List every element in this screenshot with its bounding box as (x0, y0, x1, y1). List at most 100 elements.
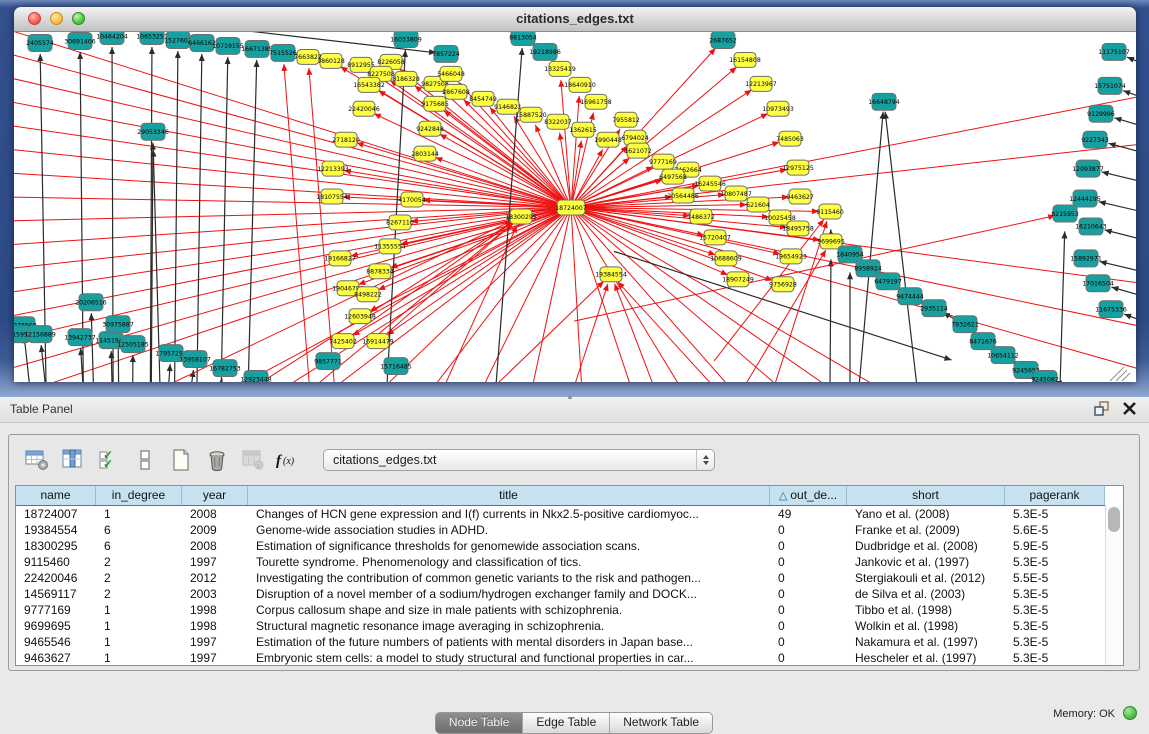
table-cell: 0 (770, 554, 847, 570)
table-cell: 0 (770, 650, 847, 666)
table-cell: 2003 (182, 586, 248, 602)
select-all-icon[interactable]: ✓✓ (95, 447, 122, 474)
graph-node-label: 6479197 (874, 279, 902, 286)
graph-node-label: 8186328 (392, 76, 420, 83)
column-header-short[interactable]: short (847, 486, 1005, 505)
table-row[interactable]: 1872400712008Changes of HCN gene express… (16, 506, 1123, 522)
table-cell: 2 (96, 586, 182, 602)
graph-edge-arrowhead (402, 50, 408, 57)
table-cell: 5.3E-5 (1005, 618, 1105, 634)
panel-resize-handle[interactable]: ▲ (566, 394, 575, 400)
table-cell: Tourette syndrome. Phenomenology and cla… (248, 554, 770, 570)
function-builder-icon[interactable]: f(x) (275, 447, 302, 474)
vertical-scrollbar-thumb[interactable] (1108, 507, 1120, 532)
float-panel-icon[interactable] (1093, 400, 1110, 417)
table-row[interactable]: 946554611997Estimation of the future num… (16, 634, 1123, 650)
table-row[interactable]: 969969511998Structural magnetic resonanc… (16, 618, 1123, 634)
table-row[interactable]: 1830029562008Estimation of significance … (16, 538, 1123, 554)
network-graph[interactable]: 1872400798601288912955822605882275081654… (14, 32, 1136, 382)
graph-node-label: 15887520 (515, 112, 547, 119)
table-body: 1872400712008Changes of HCN gene express… (16, 506, 1123, 666)
table-row[interactable]: 1456911722003Disruption of a novel membe… (16, 586, 1123, 602)
graph-edge-arrowhead (558, 133, 564, 140)
table-cell: Genome-wide association studies in ADHD. (248, 522, 770, 538)
graph-node-label: 16033809 (390, 36, 422, 43)
table-cell: Estimation of significance thresholds fo… (248, 538, 770, 554)
graph-edge-arrowhead (820, 250, 826, 258)
graph-node-label: 7857224 (432, 51, 460, 58)
graph-node-label: 16648794 (868, 99, 900, 106)
resize-grip-icon[interactable] (1110, 367, 1124, 381)
vertical-scrollbar[interactable] (1105, 505, 1123, 665)
status-bar: Memory: OK (0, 700, 1149, 727)
table-row[interactable]: 2242004622012Investigating the contribut… (16, 570, 1123, 586)
graph-edge (1060, 231, 1065, 382)
new-table-icon[interactable] (167, 447, 194, 474)
graph-edge-arrowhead (589, 112, 595, 119)
svg-text:f: f (276, 453, 283, 469)
graph-edge (571, 142, 1136, 208)
graph-edge-arrowhead (175, 51, 181, 58)
table-settings-icon[interactable] (23, 447, 50, 474)
graph-node-label: 9146821 (494, 104, 522, 111)
graph-node-label: 8813054 (509, 34, 537, 41)
table-cell: 2 (96, 570, 182, 586)
graph-edge-arrowhead (1127, 57, 1135, 63)
graph-node-label: 15720407 (699, 235, 731, 242)
graph-node-label: 18107554 (316, 194, 348, 201)
graph-node-label: 10653257 (136, 33, 168, 40)
table-cell: 5.3E-5 (1005, 634, 1105, 650)
graph-edge-arrowhead (281, 64, 287, 71)
memory-status-label: Memory: OK (1053, 708, 1115, 720)
graph-node-label: 20564486 (667, 193, 699, 200)
network-graph-canvas[interactable]: 1872400798601288912955822605882275081654… (14, 32, 1136, 382)
graph-node-label: 16961758 (580, 99, 612, 106)
table-cell: 0 (770, 538, 847, 554)
table-row[interactable]: 1938455462009Genome-wide association stu… (16, 522, 1123, 538)
table-cell: Wolkin et al. (1998) (847, 618, 1005, 634)
table-cell: 2008 (182, 538, 248, 554)
table-cell: 1 (96, 506, 182, 522)
column-header-name[interactable]: name (16, 486, 96, 505)
network-window-titlebar[interactable]: citations_edges.txt (14, 7, 1136, 32)
graph-node-label: 16782753 (209, 365, 241, 372)
graph-edge (221, 57, 228, 382)
column-header-out_de[interactable]: △out_de... (770, 486, 847, 505)
table-cell: 1 (96, 602, 182, 618)
table-row[interactable]: 946362711997Embryonic stem cells: a mode… (16, 650, 1123, 666)
graph-edge-arrowhead (744, 90, 752, 96)
close-panel-icon[interactable] (1122, 401, 1137, 416)
graph-node-label: 9463627 (786, 194, 814, 201)
deselect-all-icon[interactable] (131, 447, 158, 474)
table-selector-combobox[interactable]: citations_edges.txt (323, 449, 715, 471)
graph-node-label: 18640910 (564, 82, 596, 89)
graph-node-label: 10719155 (212, 43, 244, 50)
graph-node-label: 12603948 (344, 313, 376, 320)
column-header-year[interactable]: year (182, 486, 248, 505)
column-chooser-icon[interactable] (59, 447, 86, 474)
graph-node-label: 11675336 (1095, 307, 1127, 314)
column-header-pagerank[interactable]: pagerank (1005, 486, 1105, 505)
graph-node-label: 16245546 (694, 181, 726, 188)
column-header-title[interactable]: title (248, 486, 770, 505)
table-cell: 0 (770, 602, 847, 618)
resize-grip-icon[interactable] (1116, 370, 1127, 381)
graph-edge (615, 284, 654, 382)
import-table-icon[interactable]: x (239, 447, 266, 474)
graph-node-label: 621604 (746, 202, 770, 209)
table-cell: Structural magnetic resonance image aver… (248, 618, 770, 634)
graph-node-label: 1621072 (624, 148, 652, 155)
table-row[interactable]: 911546021997Tourette syndrome. Phenomeno… (16, 554, 1123, 570)
graph-node-label: 15716485 (380, 363, 412, 370)
graph-node-label: 18300295 (505, 214, 537, 221)
graph-node-label: 9129996 (1087, 111, 1115, 118)
delete-table-icon[interactable] (203, 447, 230, 474)
graph-node-label: 6794024 (621, 135, 649, 142)
table-row[interactable]: 977716911998Corpus callosum shape and si… (16, 602, 1123, 618)
combobox-stepper-icon[interactable] (696, 450, 714, 470)
column-header-in_degree[interactable]: in_degree (96, 486, 182, 505)
memory-status-indicator[interactable] (1123, 706, 1137, 720)
graph-node-label: 15751074 (1094, 83, 1126, 90)
table-cell: 1997 (182, 650, 248, 666)
graph-node-label: 19384554 (595, 272, 627, 279)
